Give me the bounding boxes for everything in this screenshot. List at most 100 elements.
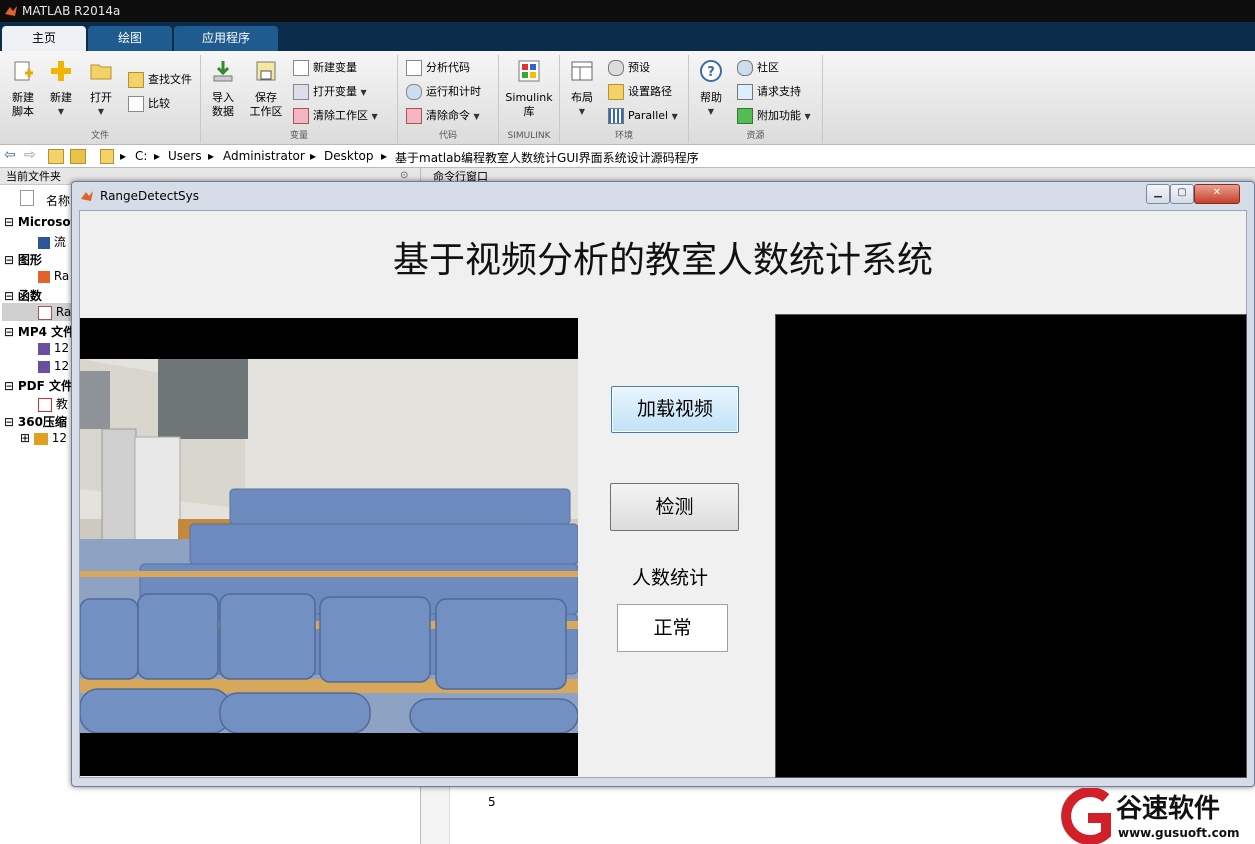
panel-options-icon[interactable]: ⊙ [400,170,408,181]
tree-item[interactable]: 教 [38,395,68,412]
set-path-button[interactable]: 设置路径 [608,83,672,101]
maximize-button[interactable]: ▢ [1170,184,1194,204]
breadcrumb-administrator[interactable]: Administrator [223,149,305,163]
ribbon: 新建 脚本 新建 ▼ 打开 ▼ 查找文件 比较 文件 导入 数据 保存 工作区 … [0,51,1255,145]
figure-title-bar[interactable]: RangeDetectSys ▁ ▢ ✕ [72,182,1254,210]
tree-group-label: 360压缩 [17,415,67,429]
help-button[interactable]: ? 帮助 ▼ [695,59,727,119]
figure-content: 基于视频分析的教室人数统计系统 加载视频 检测 人数统计 正常 [79,210,1247,778]
breadcrumb-separator: ▸ [310,149,317,163]
group-label-simulink: SIMULINK [507,131,551,141]
open-dropdown-icon: ▼ [97,107,105,116]
tree-item-label: Ra [55,305,72,319]
analyze-code-button[interactable]: 分析代码 [406,59,470,77]
group-variable: 导入 数据 保存 工作区 新建变量 打开变量 ▼ 清除工作区 ▼ 变量 [201,55,398,143]
fig-file-icon [38,270,50,283]
new-variable-button[interactable]: 新建变量 [293,59,357,77]
find-files-label: 查找文件 [148,73,192,86]
tab-plots[interactable]: 绘图 [88,26,172,51]
save-workspace-button[interactable]: 保存 工作区 [245,59,287,119]
breadcrumb-project-folder[interactable]: 基于matlab编程教室人数统计GUI界面系统设计源码程序 [395,149,699,166]
new-script-icon [14,61,33,81]
tree-group-360zip[interactable]: ⊟ 360压缩 [4,413,67,430]
plus-icon [51,61,71,81]
group-simulink: Simulink 库 SIMULINK [499,55,560,143]
layout-button[interactable]: 布局 ▼ [564,59,600,119]
group-code: 分析代码 运行和计时 清除命令 ▼ 代码 [398,55,499,143]
layout-dropdown-icon: ▼ [578,107,586,116]
clear-commands-button[interactable]: 清除命令 ▼ [406,107,480,125]
tab-home[interactable]: 主页 [2,26,86,51]
open-variable-button[interactable]: 打开变量 ▼ [293,83,367,101]
load-video-button[interactable]: 加载视频 [611,386,739,433]
tree-group-pdf[interactable]: ⊟ PDF 文件 [4,377,73,394]
request-support-button[interactable]: 请求支持 [737,83,801,101]
community-button[interactable]: 社区 [737,59,779,77]
tree-item[interactable]: 流 [38,233,66,250]
breadcrumb-c[interactable]: C: [135,149,147,163]
community-icon [737,60,753,76]
clear-commands-dropdown-icon: ▼ [473,112,480,121]
close-button[interactable]: ✕ [1194,184,1240,204]
tree-group-mp4[interactable]: ⊟ MP4 文件 [4,323,75,340]
simulink-library-icon [518,60,540,82]
clear-commands-icon [406,108,422,124]
tree-group-functions[interactable]: ⊟ 函数 [4,287,42,304]
classroom-video-frame [80,359,578,733]
back-arrow-icon[interactable]: ⇦ [4,147,16,163]
compare-button[interactable]: 比较 [128,95,170,113]
forward-arrow-icon[interactable]: ⇨ [24,147,36,163]
add-ons-button[interactable]: 附加功能 ▼ [737,107,811,125]
app-heading: 基于视频分析的教室人数统计系统 [392,240,933,281]
breadcrumb-desktop[interactable]: Desktop [324,149,374,163]
tree-item-label: Ra [53,269,70,283]
open-variable-icon [293,84,309,100]
clear-workspace-label: 清除工作区 [313,109,368,122]
tree-group-label: 函数 [17,289,42,303]
tree-item-label: 12 [53,341,70,355]
group-label-environment: 环境 [614,131,633,141]
clear-workspace-button[interactable]: 清除工作区 ▼ [293,107,378,125]
new-button[interactable]: 新建 ▼ [44,59,78,119]
minimize-button[interactable]: ▁ [1146,184,1170,204]
browse-folder-icon[interactable] [70,149,86,164]
gusu-logo-icon [1061,788,1111,844]
app-title-bar: MATLAB R2014a [0,0,1255,22]
import-data-button[interactable]: 导入 数据 [205,59,241,119]
parallel-button[interactable]: Parallel ▼ [608,107,678,125]
run-and-time-button[interactable]: 运行和计时 [406,83,481,101]
tab-apps[interactable]: 应用程序 [174,26,278,51]
breadcrumb-users[interactable]: Users [168,149,202,163]
run-and-time-icon [406,84,422,100]
tree-item[interactable]: ⊞ 12 [20,431,67,445]
tree-group-microsoft[interactable]: ⊟ Microsoft [4,215,82,229]
new-script-button[interactable]: 新建 脚本 [6,59,40,119]
detect-button[interactable]: 检测 [610,483,739,531]
tree-item[interactable]: Ra [38,269,69,283]
group-label-variable: 变量 [289,131,308,141]
new-label: 新建 [50,91,72,104]
tree-item[interactable]: 12 [38,359,69,373]
pdf-file-icon [38,397,52,412]
group-file: 新建 脚本 新建 ▼ 打开 ▼ 查找文件 比较 文件 [0,55,201,143]
group-resources: ? 帮助 ▼ 社区 请求支持 附加功能 ▼ 资源 [689,55,823,143]
find-files-button[interactable]: 查找文件 [128,71,192,89]
save-workspace-icon [256,61,276,81]
name-column-header[interactable]: 名称 [46,192,70,209]
result-axes [775,314,1247,778]
preferences-button[interactable]: 预设 [608,59,650,77]
tree-item[interactable]: 12 [38,341,69,355]
simulink-library-button[interactable]: Simulink 库 [503,59,555,119]
up-folder-icon[interactable] [48,149,64,164]
parallel-icon [608,108,624,124]
open-button[interactable]: 打开 ▼ [84,59,118,119]
set-path-icon [608,84,624,100]
zip-file-icon [33,432,48,445]
breadcrumb-separator: ▸ [154,149,161,163]
new-script-label: 新建 脚本 [12,91,34,118]
tree-group-figures[interactable]: ⊟ 图形 [4,251,42,268]
count-value-field[interactable]: 正常 [617,604,728,652]
compare-label: 比较 [148,97,170,110]
tree-item-selected[interactable]: Ra [38,305,71,320]
open-variable-label: 打开变量 [313,85,357,98]
